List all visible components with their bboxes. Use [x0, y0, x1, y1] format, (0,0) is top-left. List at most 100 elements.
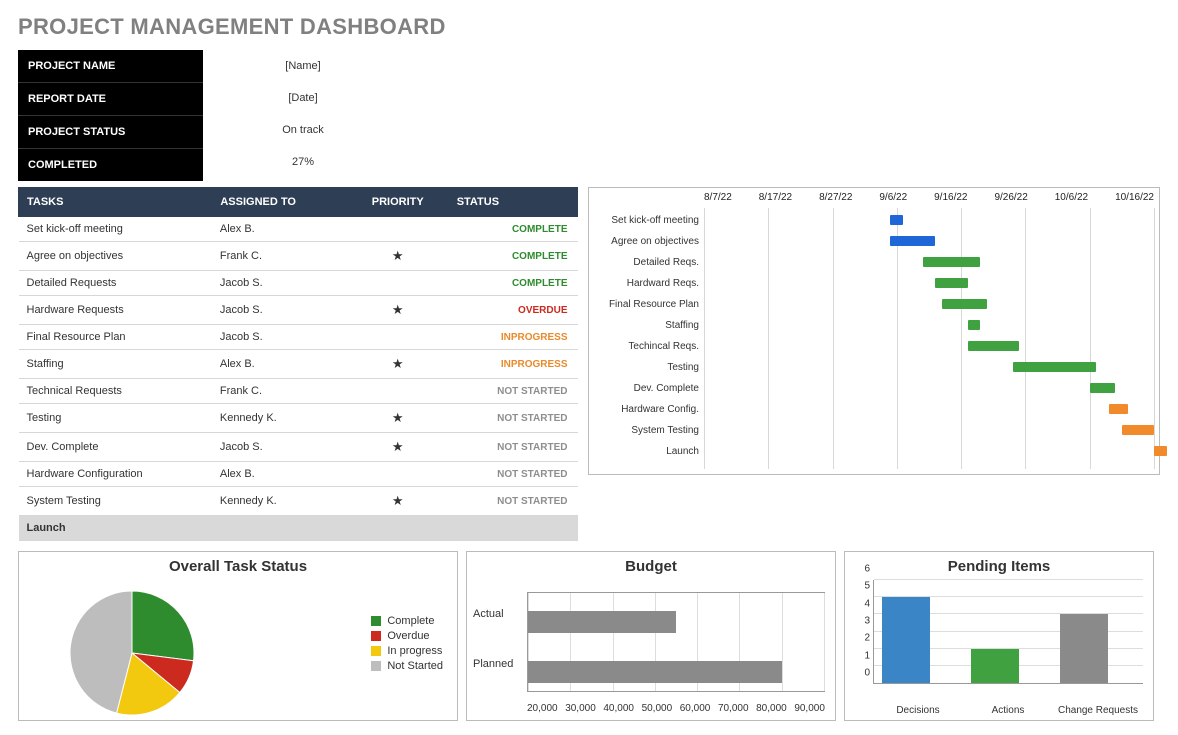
gantt-date: 9/26/22	[994, 192, 1027, 203]
summary-label: PROJECT STATUS	[18, 115, 203, 148]
summary-value: 27%	[203, 146, 403, 178]
summary-value: On track	[203, 114, 403, 146]
task-priority: ★	[347, 487, 448, 516]
gantt-row: Final Resource Plan	[589, 294, 1154, 315]
table-row: TestingKennedy K.★NOT STARTED	[19, 404, 578, 433]
gantt-bar	[890, 236, 935, 246]
project-summary: PROJECT NAMEREPORT DATEPROJECT STATUSCOM…	[18, 50, 1160, 181]
gantt-bar	[1109, 404, 1128, 414]
gantt-bar	[968, 341, 1019, 351]
table-row: Detailed RequestsJacob S. COMPLETE	[19, 271, 578, 296]
gantt-bar	[1154, 446, 1167, 456]
legend-label: Complete	[387, 615, 434, 627]
gantt-row: Agree on objectives	[589, 231, 1154, 252]
gantt-row-label: System Testing	[589, 420, 699, 441]
pending-ytick: 5	[864, 581, 870, 592]
table-row: Dev. CompleteJacob S.★NOT STARTED	[19, 433, 578, 462]
gantt-bar	[968, 320, 981, 330]
gantt-row-label: Agree on objectives	[589, 231, 699, 252]
task-name: Hardware Configuration	[19, 462, 212, 487]
budget-tick: 50,000	[642, 703, 673, 714]
table-row: Final Resource PlanJacob S. INPROGRESS	[19, 325, 578, 350]
gantt-row: Launch	[589, 441, 1154, 462]
task-priority	[347, 379, 448, 404]
pie-slice	[132, 591, 194, 661]
task-assignee: Jacob S.	[212, 271, 347, 296]
gantt-row-label: Dev. Complete	[589, 378, 699, 399]
table-row: System TestingKennedy K.★NOT STARTED	[19, 487, 578, 516]
task-priority	[347, 462, 448, 487]
summary-label: COMPLETED	[18, 148, 203, 181]
task-status: NOT STARTED	[448, 379, 577, 404]
pending-bar	[971, 649, 1019, 683]
summary-label: PROJECT NAME	[18, 50, 203, 82]
budget-tick: 20,000	[527, 703, 558, 714]
gantt-bar	[1013, 362, 1097, 372]
task-name: Detailed Requests	[19, 271, 212, 296]
budget-tick: 60,000	[680, 703, 711, 714]
task-priority	[347, 271, 448, 296]
task-name: Set kick-off meeting	[19, 217, 212, 242]
budget-tick: 30,000	[565, 703, 596, 714]
gantt-bar	[923, 257, 981, 267]
task-assignee: Kennedy K.	[212, 404, 347, 433]
table-row: Agree on objectivesFrank C.★COMPLETE	[19, 242, 578, 271]
gantt-date: 9/6/22	[879, 192, 907, 203]
pending-ytick: 0	[864, 668, 870, 679]
task-name: Launch	[19, 516, 578, 541]
gantt-row: Hardward Reqs.	[589, 273, 1154, 294]
task-header: ASSIGNED TO	[212, 188, 347, 217]
task-status: COMPLETE	[448, 271, 577, 296]
gantt-row: Set kick-off meeting	[589, 210, 1154, 231]
legend-item: Complete	[371, 615, 443, 627]
pending-ytick: 1	[864, 650, 870, 661]
task-assignee: Alex B.	[212, 350, 347, 379]
gantt-row-label: Hardware Config.	[589, 399, 699, 420]
task-priority: ★	[347, 296, 448, 325]
gantt-row: System Testing	[589, 420, 1154, 441]
task-priority: ★	[347, 433, 448, 462]
task-status: INPROGRESS	[448, 325, 577, 350]
gantt-date: 8/7/22	[704, 192, 732, 203]
legend-label: Not Started	[387, 660, 443, 672]
budget-row-label: Actual	[473, 608, 513, 658]
gantt-chart: 8/7/228/17/228/27/229/6/229/16/229/26/22…	[588, 187, 1160, 475]
gantt-row: Dev. Complete	[589, 378, 1154, 399]
task-name: Final Resource Plan	[19, 325, 212, 350]
pending-ytick: 4	[864, 598, 870, 609]
pending-panel: Pending Items 0123456 DecisionsActionsCh…	[844, 551, 1154, 721]
budget-title: Budget	[475, 558, 827, 575]
task-status: NOT STARTED	[448, 404, 577, 433]
gantt-date: 8/17/22	[759, 192, 792, 203]
gantt-row-label: Set kick-off meeting	[589, 210, 699, 231]
table-row: Technical RequestsFrank C.NOT STARTED	[19, 379, 578, 404]
gantt-row-label: Techincal Reqs.	[589, 336, 699, 357]
gantt-date: 10/16/22	[1115, 192, 1154, 203]
task-name: System Testing	[19, 487, 212, 516]
gantt-bar	[935, 278, 967, 288]
budget-bar	[528, 611, 676, 633]
summary-value: [Name]	[203, 50, 403, 82]
task-assignee: Frank C.	[212, 379, 347, 404]
legend-swatch	[371, 646, 381, 656]
task-status: COMPLETE	[448, 217, 577, 242]
task-assignee: Alex B.	[212, 217, 347, 242]
task-assignee: Jacob S.	[212, 325, 347, 350]
gantt-bar	[1122, 425, 1154, 435]
table-row: Hardware RequestsJacob S.★OVERDUE	[19, 296, 578, 325]
task-name: Agree on objectives	[19, 242, 212, 271]
pie-title: Overall Task Status	[27, 558, 449, 575]
budget-bar	[528, 661, 782, 683]
gantt-row-label: Testing	[589, 357, 699, 378]
task-name: Testing	[19, 404, 212, 433]
budget-row-label: Planned	[473, 658, 513, 708]
gantt-date: 10/6/22	[1055, 192, 1088, 203]
pending-title: Pending Items	[853, 558, 1145, 575]
budget-panel: Budget ActualPlanned 20,00030,00040,0005…	[466, 551, 836, 721]
gantt-row-label: Launch	[589, 441, 699, 462]
legend-item: Overdue	[371, 630, 443, 642]
task-header: TASKS	[19, 188, 212, 217]
gantt-row: Testing	[589, 357, 1154, 378]
legend-label: Overdue	[387, 630, 429, 642]
budget-tick: 80,000	[756, 703, 787, 714]
